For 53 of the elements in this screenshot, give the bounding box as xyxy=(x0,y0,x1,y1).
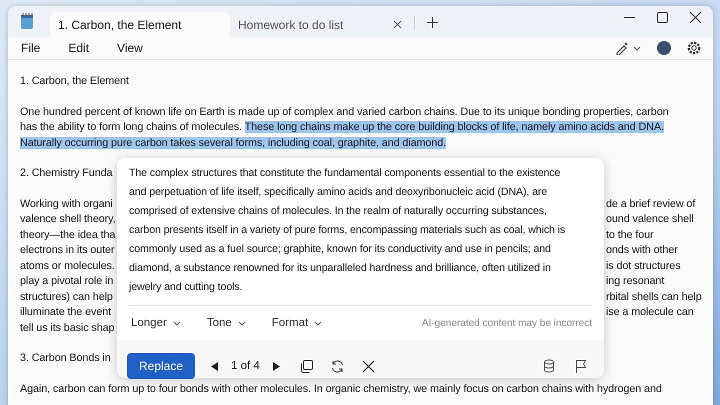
maximize-icon[interactable] xyxy=(657,12,668,23)
document-line: onds with other xyxy=(606,243,678,258)
close-icon[interactable] xyxy=(362,360,375,372)
stack-icon[interactable] xyxy=(542,359,556,373)
document-line: ound valence shell xyxy=(606,212,694,227)
rewritten-text: The complex structures that constitute the fundamental components essential to the existence and perpetuation of life itself, specifically amino acids and deoxyribonucleic acid (DNA), are comprised of extensive chains of molecules. In the realm of naturally occurring substances, carbon presents itself in a variety of pure forms, encompassing materials such as coal, which is commonly used as a fuel source; graphite, known for its conductivity and use in pencils; and diamond, a substance renowned for its unparalleled hardness and brilliance, often utilized in jewelry and cutting tools. xyxy=(129,164,592,306)
document-line: de a brief review of xyxy=(606,196,696,212)
document-line: 2. Chemistry Funda xyxy=(20,166,112,181)
document-paragraph: One hundred percent of known life on Earth is made up of complex and varied carbon chains. Due to its unique bonding properties, carbon has the ability to form long chains of molecules. These long chains make up the core building blocks of life, namely amino acids and DNA. Naturally occurring pure carbon takes several forms, including coal, graphite, and diamond. xyxy=(20,104,670,150)
avatar-icon[interactable] xyxy=(657,41,671,55)
document-line: ing resonant xyxy=(606,274,664,289)
document-line: atoms or molecules. xyxy=(20,258,115,274)
flag-icon[interactable] xyxy=(574,359,588,373)
menu-item[interactable]: View xyxy=(110,39,150,57)
result-counter: 1 of 4 xyxy=(231,360,260,372)
close-icon[interactable] xyxy=(690,12,701,23)
document-line: illuminate the event xyxy=(20,305,112,320)
document-line: play a pivotal role in xyxy=(20,274,114,289)
new-tab-icon[interactable] xyxy=(427,17,438,28)
menu-item[interactable]: File xyxy=(14,39,48,57)
option-dropdown[interactable]: Format xyxy=(270,317,332,329)
caret-icon xyxy=(314,320,322,326)
replace-button[interactable]: Replace xyxy=(127,353,196,379)
document-line: theory—the idea tha xyxy=(20,228,116,242)
document-line: to the four xyxy=(606,228,654,242)
document-line: structures) can help xyxy=(20,290,113,304)
previous-icon[interactable] xyxy=(211,362,220,370)
copy-icon[interactable] xyxy=(300,360,313,372)
document-line: valence shell theory, xyxy=(20,212,116,227)
menu-item[interactable]: Edit xyxy=(61,39,96,57)
pen-sparkle-icon[interactable] xyxy=(615,41,629,55)
caret-icon xyxy=(172,320,181,326)
caret-icon xyxy=(238,320,246,326)
document-line: 1. Carbon, the Element xyxy=(20,74,130,89)
document-line: tell us its basic shap xyxy=(20,320,114,336)
document-line: rbital shells can help xyxy=(606,290,702,304)
option-dropdown[interactable]: Tone xyxy=(204,317,256,329)
disclaimer-text: AI-generated content may be incorrect xyxy=(422,318,592,328)
regenerate-icon[interactable] xyxy=(330,360,344,372)
caret-icon[interactable] xyxy=(633,46,641,50)
document-line: ise a molecule can xyxy=(606,305,694,320)
document-line: is dot structures xyxy=(606,258,681,274)
document-tab[interactable]: Homework to do list xyxy=(230,12,410,37)
document-line: Again, carbon can form up to four bonds with other molecules. In organic chemistry, we mainly focus on carbon chains with hydrogen and xyxy=(20,382,663,396)
next-icon[interactable] xyxy=(272,362,280,370)
document-line: Working with organi xyxy=(20,196,113,212)
document-line: electrons in its outer xyxy=(20,243,114,258)
notepad-icon[interactable] xyxy=(20,13,34,29)
option-dropdown[interactable]: Longer xyxy=(129,317,191,329)
settings-icon[interactable] xyxy=(687,41,701,55)
document-line: 3. Carbon Bonds in xyxy=(20,351,111,366)
document-tab[interactable]: 1. Carbon, the Element xyxy=(50,12,230,37)
close-tab-icon[interactable] xyxy=(393,20,402,29)
